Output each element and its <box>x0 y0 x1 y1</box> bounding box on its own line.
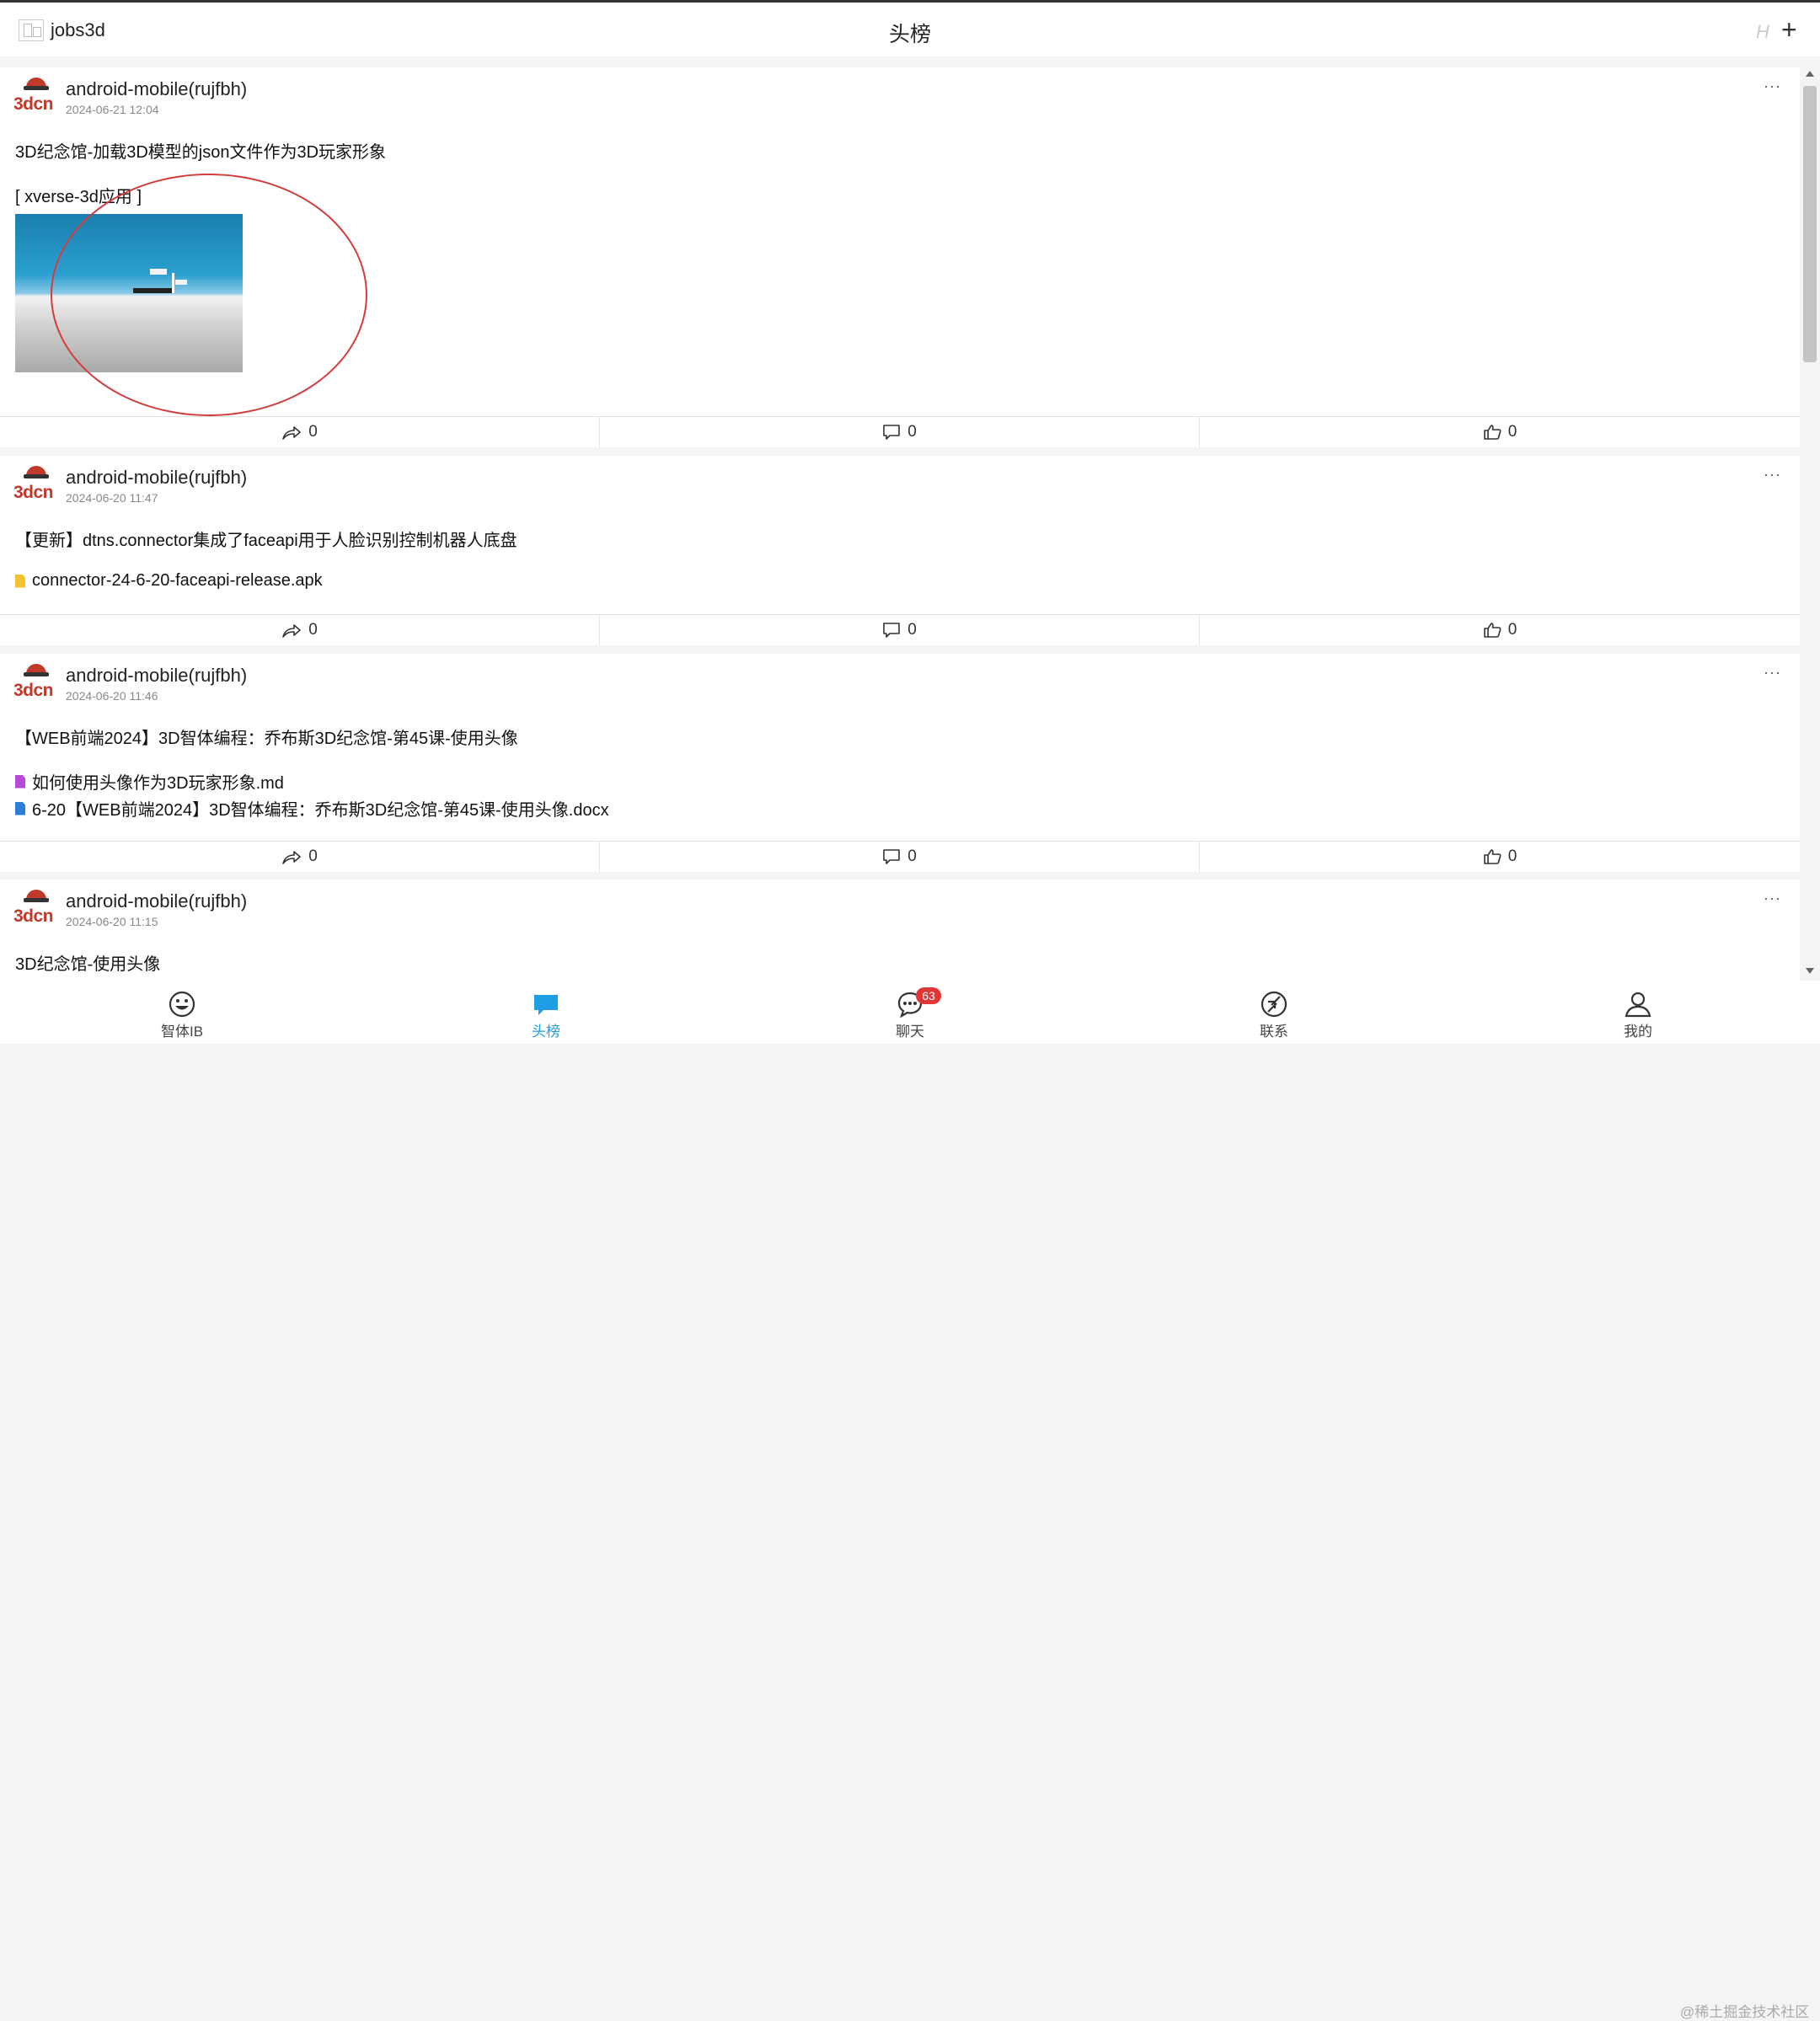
share-button[interactable]: 0 <box>0 615 600 645</box>
smiley-icon <box>169 991 195 1018</box>
comment-count: 0 <box>907 621 917 639</box>
like-count: 0 <box>1507 847 1518 865</box>
heading-icon[interactable]: H <box>1756 21 1769 43</box>
avatar[interactable]: 3dcn <box>13 78 56 116</box>
post-date: 2024-06-20 11:15 <box>66 915 158 928</box>
file-icon <box>15 801 25 815</box>
more-options-button[interactable]: ··· <box>1764 78 1781 95</box>
post-card: 3dcn android-mobile(rujfbh) 2024-06-20 1… <box>0 880 1800 981</box>
post-date: 2024-06-20 11:46 <box>66 689 158 703</box>
file-name: connector-24-6-20-faceapi-release.apk <box>32 571 323 590</box>
file-icon <box>15 574 25 588</box>
file-icon <box>15 774 25 789</box>
comment-icon <box>883 425 901 440</box>
scroll-thumb[interactable] <box>1803 86 1817 362</box>
share-count: 0 <box>308 621 318 639</box>
post-text[interactable]: 3D纪念馆-使用头像 <box>15 950 160 975</box>
file-name: 如何使用头像作为3D玩家形象.md <box>32 774 284 793</box>
share-count: 0 <box>308 847 318 865</box>
add-post-button[interactable]: + <box>1781 16 1797 43</box>
more-options-button[interactable]: ··· <box>1764 466 1781 484</box>
post-tag[interactable]: [ xverse-3d应用 ] <box>15 183 142 207</box>
more-options-button[interactable]: ··· <box>1764 664 1781 682</box>
tab-zhiti[interactable]: 智体IB <box>119 989 245 1040</box>
comment-button[interactable]: 0 <box>600 417 1200 447</box>
share-button[interactable]: 0 <box>0 842 600 872</box>
tab-toubang[interactable]: 头榜 <box>483 989 609 1040</box>
thumbs-up-icon <box>1483 425 1502 440</box>
share-count: 0 <box>308 423 318 441</box>
scroll-up-icon[interactable] <box>1806 71 1814 77</box>
comment-count: 0 <box>907 847 917 865</box>
tab-label: 我的 <box>1624 1024 1652 1040</box>
post-image[interactable] <box>15 214 243 372</box>
file-attachment[interactable]: 6-20【WEB前端2024】3D智体编程：乔布斯3D纪念馆-第45课-使用头像… <box>15 796 609 821</box>
file-name: 6-20【WEB前端2024】3D智体编程：乔布斯3D纪念馆-第45课-使用头像… <box>32 801 609 820</box>
like-button[interactable]: 0 <box>1200 417 1800 447</box>
share-button[interactable]: 0 <box>0 417 600 447</box>
compass-icon <box>1261 991 1287 1018</box>
tab-label: 聊天 <box>896 1024 924 1040</box>
watermark: @稀土掘金技术社区 <box>1680 2004 1810 2020</box>
unread-badge: 63 <box>916 987 941 1004</box>
post-actions: 0 0 0 <box>0 841 1800 872</box>
post-author[interactable]: android-mobile(rujfbh) <box>66 78 247 100</box>
post-feed[interactable]: 3dcn android-mobile(rujfbh) 2024-06-21 1… <box>0 64 1800 981</box>
tab-contacts[interactable]: 联系 <box>1211 989 1337 1040</box>
post-actions: 0 0 0 <box>0 416 1800 447</box>
post-author[interactable]: android-mobile(rujfbh) <box>66 665 247 687</box>
feed-scrollbar[interactable] <box>1800 64 1820 981</box>
file-attachment[interactable]: connector-24-6-20-faceapi-release.apk <box>15 571 323 591</box>
app-header: jobs3d 头榜 H + <box>0 3 1820 56</box>
like-button[interactable]: 0 <box>1200 842 1800 872</box>
thumbs-up-icon <box>1483 623 1502 638</box>
share-icon <box>282 624 302 638</box>
more-options-button[interactable]: ··· <box>1764 890 1781 907</box>
tab-chat[interactable]: 63 聊天 <box>847 987 973 1040</box>
post-text[interactable]: 3D纪念馆-加载3D模型的json文件作为3D玩家形象 <box>15 138 386 163</box>
tab-label: 联系 <box>1260 1024 1288 1040</box>
comment-icon <box>883 849 901 864</box>
user-icon <box>1625 992 1651 1018</box>
avatar[interactable]: 3dcn <box>13 890 56 928</box>
post-date: 2024-06-20 11:47 <box>66 491 158 505</box>
avatar[interactable]: 3dcn <box>13 664 56 703</box>
post-card: 3dcn android-mobile(rujfbh) 2024-06-21 1… <box>0 67 1800 447</box>
like-count: 0 <box>1507 621 1518 639</box>
thumbs-up-icon <box>1483 849 1502 864</box>
chat-bubble-icon <box>534 995 558 1015</box>
comment-count: 0 <box>907 423 917 441</box>
scroll-down-icon[interactable] <box>1806 968 1814 974</box>
post-card: 3dcn android-mobile(rujfbh) 2024-06-20 1… <box>0 654 1800 872</box>
post-text[interactable]: 【更新】dtns.connector集成了faceapi用于人脸识别控制机器人底… <box>15 527 517 551</box>
like-button[interactable]: 0 <box>1200 615 1800 645</box>
post-author[interactable]: android-mobile(rujfbh) <box>66 890 247 912</box>
post-author[interactable]: android-mobile(rujfbh) <box>66 467 247 489</box>
share-icon <box>282 851 302 864</box>
post-card: 3dcn android-mobile(rujfbh) 2024-06-20 1… <box>0 456 1800 645</box>
comment-button[interactable]: 0 <box>600 615 1200 645</box>
comment-icon <box>883 623 901 638</box>
like-count: 0 <box>1507 423 1518 441</box>
file-attachment[interactable]: 如何使用头像作为3D玩家形象.md <box>15 769 284 794</box>
post-text[interactable]: 【WEB前端2024】3D智体编程：乔布斯3D纪念馆-第45课-使用头像 <box>15 724 518 749</box>
comment-button[interactable]: 0 <box>600 842 1200 872</box>
tab-me[interactable]: 我的 <box>1575 989 1701 1040</box>
share-icon <box>282 426 302 440</box>
tab-label: 头榜 <box>532 1024 560 1040</box>
tab-label: 智体IB <box>160 1024 204 1040</box>
avatar[interactable]: 3dcn <box>13 466 56 505</box>
page-title: 头榜 <box>888 23 931 46</box>
post-actions: 0 0 0 <box>0 614 1800 645</box>
bottom-tab-bar: 智体IB 头榜 63 聊天 联系 我的 @稀土掘金技术社区 <box>0 981 1820 2020</box>
post-date: 2024-06-21 12:04 <box>66 103 159 116</box>
